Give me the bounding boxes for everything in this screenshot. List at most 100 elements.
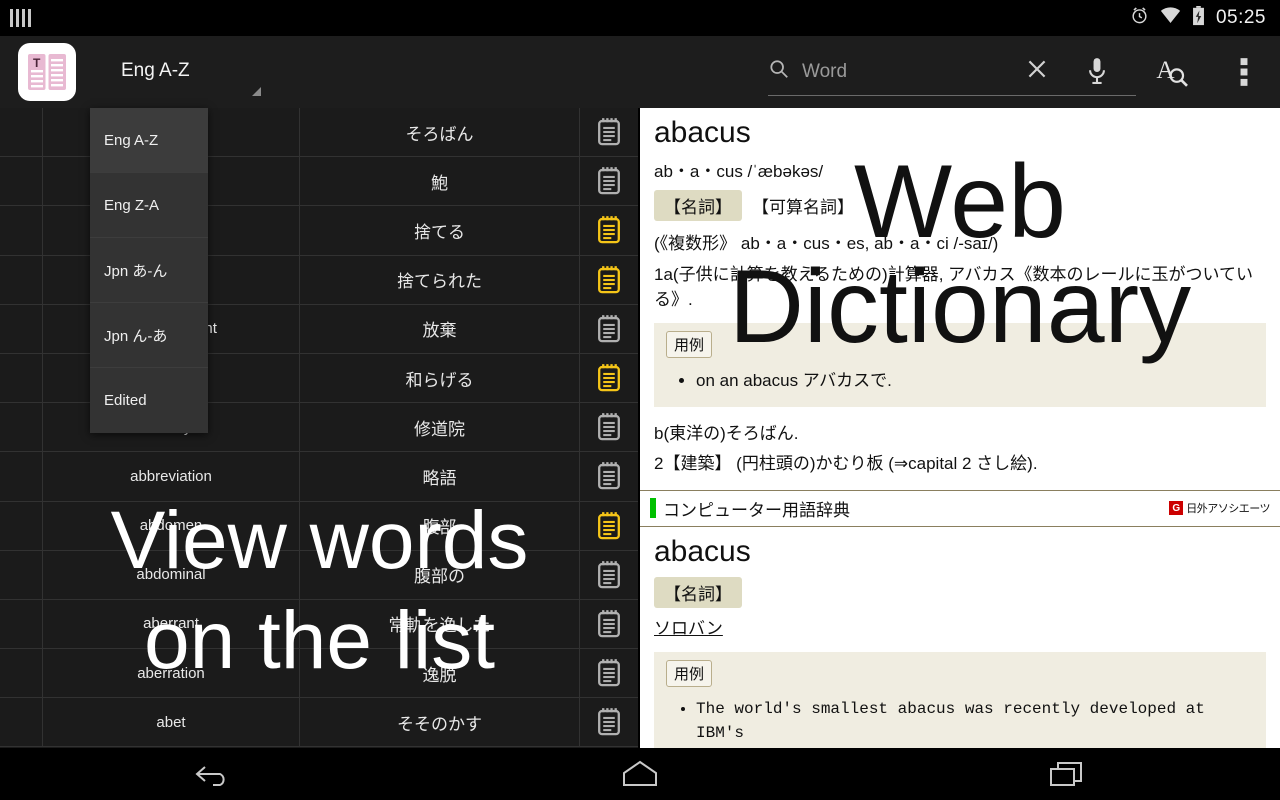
example-badge: 用例 [666, 330, 713, 358]
row-translation[interactable]: 略語 [300, 452, 580, 501]
wifi-icon [1160, 7, 1181, 29]
list-item[interactable]: The world's smallest abacus was recently… [696, 697, 1254, 745]
example-box-1: 用例 on an abacus アバカスで. [654, 322, 1266, 407]
table-row[interactable]: abdomen 腹部 [0, 501, 638, 551]
menu-bars-icon [10, 9, 31, 27]
dictionary-panel[interactable]: abacus ab・a・cus /ˈæbəkəs/ 【名詞】 【可算名詞】 (《… [640, 108, 1280, 748]
note-icon[interactable] [580, 698, 638, 746]
row-translation[interactable]: 常軌を逸した [300, 599, 580, 649]
row-gutter[interactable] [0, 599, 43, 649]
search-icon [768, 58, 790, 85]
row-gutter[interactable] [0, 550, 43, 599]
sort-menu-item-edited[interactable]: Edited [90, 368, 208, 433]
example-box-2: 用例 The world's smallest abacus was recen… [654, 651, 1266, 748]
table-row[interactable]: abet そそのかす [0, 698, 638, 748]
table-row[interactable]: abbreviation 略語 [0, 452, 638, 502]
row-word[interactable]: abet [43, 698, 300, 747]
accent-bar-icon [650, 498, 656, 519]
entry-sense-1b: b(東洋の)そろばん. [654, 424, 799, 443]
row-gutter[interactable] [0, 501, 43, 550]
sort-order-dropdown-button[interactable]: Eng A-Z [101, 36, 261, 108]
microphone-icon[interactable] [1058, 48, 1136, 96]
row-translation[interactable]: そろばん [300, 108, 580, 157]
status-bar-left [0, 9, 31, 27]
sort-menu-item-jpn[interactable]: Jpn ん-あ [90, 303, 208, 368]
row-translation[interactable]: 逸脱 [300, 649, 580, 698]
entry-tail-senses: b(東洋の)そろばん. 2【建築】 (円柱頭の)かむり板 (⇒capital 2… [654, 407, 1266, 478]
app-bar: T Eng A-Z Word A [0, 36, 1280, 108]
row-translation[interactable]: 和らげる [300, 353, 580, 403]
dictionary-app-icon[interactable]: T [18, 43, 76, 101]
note-icon[interactable] [580, 649, 638, 697]
list-item[interactable]: on an abacus アバカスで. [696, 368, 1254, 394]
dictionary-source-header: コンピューター用語辞典 G 日外アソシエーツ [640, 489, 1280, 526]
note-icon[interactable] [580, 452, 638, 500]
note-icon[interactable] [580, 305, 638, 353]
row-gutter[interactable] [0, 698, 43, 747]
table-row[interactable]: aberration 逸脱 [0, 649, 638, 699]
dictionary-entry-1: abacus ab・a・cus /ˈæbəkəs/ 【名詞】 【可算名詞】 (《… [640, 108, 1280, 478]
sort-menu-item-eng-a-z[interactable]: Eng A-Z [90, 108, 208, 173]
note-icon[interactable] [580, 502, 638, 550]
dictionary-entry-2: abacus 【名詞】 ソロバン 用例 The world's smallest… [640, 525, 1280, 748]
row-word[interactable]: abbreviation [43, 452, 300, 501]
row-translation[interactable]: 腹部 [300, 501, 580, 550]
note-icon[interactable] [580, 600, 638, 648]
recents-icon[interactable] [1012, 748, 1122, 800]
note-icon[interactable] [580, 256, 638, 304]
row-gutter[interactable] [0, 649, 43, 698]
row-gutter[interactable] [0, 353, 43, 403]
sort-menu-item-eng-z-a[interactable]: Eng Z-A [90, 173, 208, 238]
sort-menu-item-jpn[interactable]: Jpn あ-ん [90, 238, 208, 303]
note-icon[interactable] [580, 403, 638, 451]
note-icon[interactable] [580, 108, 638, 156]
row-gutter[interactable] [0, 304, 43, 353]
alarm-icon [1130, 6, 1149, 30]
search-area: Word A [768, 36, 1280, 108]
row-gutter[interactable] [0, 157, 43, 206]
note-icon[interactable] [580, 551, 638, 599]
sort-order-menu[interactable]: Eng A-Z Eng Z-A Jpn あ-ん Jpn ん-あ Edited [90, 108, 208, 433]
table-row[interactable]: aberrant 常軌を逸した [0, 599, 638, 650]
row-gutter[interactable] [0, 452, 43, 501]
dictionary-title: コンピューター用語辞典 [663, 500, 850, 520]
sort-order-label: Eng A-Z [121, 60, 190, 81]
svg-text:T: T [33, 56, 41, 70]
back-icon[interactable] [158, 748, 268, 800]
row-word[interactable]: abdominal [43, 550, 300, 599]
font-search-icon[interactable]: A [1136, 36, 1208, 108]
row-gutter[interactable] [0, 108, 43, 157]
publisher-logo-icon: G [1169, 501, 1184, 516]
row-word[interactable]: aberrant [43, 599, 300, 649]
note-icon[interactable] [580, 354, 638, 402]
row-translation[interactable]: 腹部の [300, 550, 580, 599]
row-translation[interactable]: 放棄 [300, 304, 580, 353]
note-icon[interactable] [580, 157, 638, 205]
search-input[interactable]: Word [768, 48, 1058, 96]
overflow-menu-icon[interactable] [1208, 36, 1280, 108]
row-gutter[interactable] [0, 255, 43, 304]
row-translation[interactable]: 捨てられた [300, 255, 580, 304]
table-row[interactable]: abdominal 腹部の [0, 550, 638, 600]
pos-countable: 【可算名詞】 [752, 197, 854, 217]
row-translation[interactable]: 修道院 [300, 403, 580, 452]
close-icon[interactable] [1024, 56, 1050, 87]
search-input-placeholder: Word [802, 60, 848, 82]
note-icon[interactable] [580, 206, 638, 254]
row-translation[interactable]: 捨てる [300, 206, 580, 255]
example-badge: 用例 [666, 659, 713, 687]
row-gutter[interactable] [0, 403, 43, 452]
row-word[interactable]: aberration [43, 649, 300, 698]
entry-pronunciation: ab・a・cus /ˈæbəkəs/ [654, 161, 824, 181]
chevron-down-icon [251, 87, 261, 96]
home-icon[interactable] [585, 748, 695, 800]
entry2-meaning: ソロバン [654, 619, 723, 639]
row-translation[interactable]: 鮑 [300, 157, 580, 206]
status-bar-clock: 05:25 [1215, 7, 1266, 28]
row-gutter[interactable] [0, 206, 43, 255]
row-word[interactable]: abdomen [43, 501, 300, 550]
row-translation[interactable]: そそのかす [300, 698, 580, 747]
entry-plural-forms: (《複数形》 ab・a・cus・es, ab・a・ci /-saɪ/) [654, 233, 999, 253]
publisher-name: 日外アソシエーツ [1186, 503, 1270, 516]
pos-badge: 【名詞】 [654, 189, 742, 221]
